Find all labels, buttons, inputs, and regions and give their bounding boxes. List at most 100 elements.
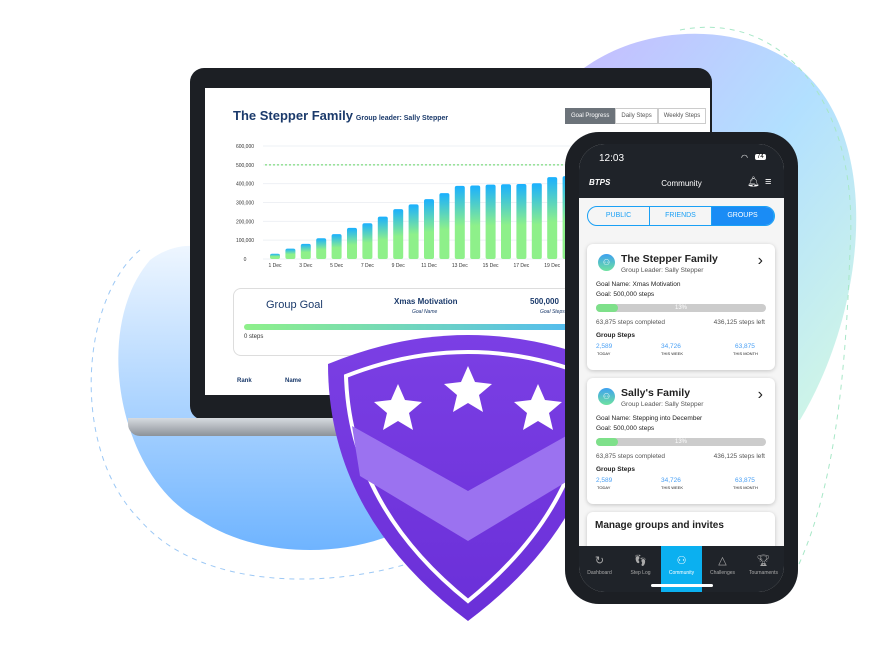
- progress-percent: 13%: [674, 305, 687, 311]
- goal-steps: Goal: 500,000 steps: [596, 291, 655, 298]
- group-card[interactable]: ⚇ Sally's Family Group Leader: Sally Ste…: [587, 378, 775, 504]
- week-steps: 34,726: [661, 477, 681, 484]
- mountain-flag-icon: △: [718, 555, 727, 567]
- tab-goal-progress[interactable]: Goal Progress: [565, 108, 616, 124]
- group-leader: Group Leader: Sally Stepper: [621, 267, 704, 274]
- group-name: The Stepper Family: [621, 253, 718, 265]
- x-tick-label: 1 Dec: [268, 263, 282, 269]
- bar: [501, 184, 511, 259]
- community-segments: PUBLIC FRIENDS GROUPS: [587, 206, 775, 226]
- month-label: THIS MONTH: [733, 351, 758, 356]
- x-tick-label: 7 Dec: [361, 263, 375, 269]
- group-avatar-icon: ⚇: [598, 388, 615, 405]
- month-steps: 63,875: [735, 343, 755, 350]
- segment-groups[interactable]: GROUPS: [712, 207, 774, 225]
- group-name: Sally's Family: [621, 387, 691, 399]
- x-tick-label: 17 Dec: [513, 263, 529, 269]
- bar: [362, 223, 373, 259]
- y-tick-label: 200,000: [236, 219, 254, 225]
- steps-completed: 63,875 steps completed: [596, 319, 666, 326]
- footprints-icon: 👣︎: [633, 555, 648, 567]
- group-title: The Stepper Family: [233, 108, 353, 123]
- today-steps: 2,589: [596, 343, 613, 350]
- steps-left: 436,125 steps left: [713, 453, 765, 460]
- progress-fill: [596, 304, 619, 312]
- month-label: THIS MONTH: [733, 485, 758, 490]
- steps-completed: 63,875 steps completed: [596, 453, 666, 460]
- wifi-icon: ◠: [741, 153, 748, 162]
- bar: [547, 177, 558, 259]
- phone-header: 12:03 ◠ 74 BTPS Community 🔔︎ ≡: [579, 144, 784, 198]
- week-label: THIS WEEK: [661, 485, 684, 490]
- people-icon: ⚇: [676, 555, 687, 567]
- steps-left: 436,125 steps left: [713, 319, 765, 326]
- x-tick-label: 3 Dec: [299, 263, 313, 269]
- tab-daily-steps[interactable]: Daily Steps: [615, 108, 658, 124]
- bar: [408, 204, 419, 259]
- bar: [393, 209, 404, 259]
- bar: [285, 248, 296, 259]
- bar: [424, 199, 434, 259]
- progress-fill: [596, 438, 619, 446]
- bar: [377, 216, 388, 259]
- goal-steps: Goal: 500,000 steps: [596, 425, 655, 432]
- segment-friends[interactable]: FRIENDS: [650, 207, 712, 225]
- today-steps: 2,589: [596, 477, 613, 484]
- nav-dashboard[interactable]: ↻ Dashboard: [579, 546, 620, 592]
- x-tick-label: 15 Dec: [483, 263, 499, 269]
- phone-screen: 12:03 ◠ 74 BTPS Community 🔔︎ ≡ PUBLIC FR…: [579, 144, 784, 592]
- segment-public[interactable]: PUBLIC: [588, 207, 650, 225]
- y-tick-label: 100,000: [236, 238, 254, 244]
- bar: [516, 184, 527, 259]
- bar: [347, 227, 357, 259]
- manage-groups-title: Manage groups and invites: [595, 520, 724, 531]
- chevron-right-icon[interactable]: ›: [758, 252, 763, 270]
- bar: [316, 238, 327, 259]
- x-tick-label: 5 Dec: [330, 263, 344, 269]
- goal-steps-label: Goal Steps: [540, 309, 565, 315]
- group-steps-label: Group Steps: [596, 466, 636, 473]
- chevron-right-icon[interactable]: ›: [758, 386, 763, 404]
- goal-start-label: 0 steps: [244, 334, 264, 340]
- tab-weekly-steps[interactable]: Weekly Steps: [657, 108, 707, 124]
- group-leader: Group leader: Sally Stepper: [355, 115, 449, 122]
- x-tick-label: 19 Dec: [544, 263, 560, 269]
- bar: [300, 243, 311, 259]
- goal-name: Goal Name: Stepping into December: [596, 415, 703, 422]
- month-steps: 63,875: [735, 477, 755, 484]
- col-rank: Rank: [237, 378, 252, 384]
- week-steps: 34,726: [661, 343, 681, 350]
- goal-progress-bar: 13%: [596, 438, 766, 446]
- goal-name: Xmas Motivation: [394, 297, 458, 306]
- bar: [531, 183, 542, 259]
- battery-icon: 74: [755, 154, 766, 160]
- group-goal-heading: Group Goal: [266, 299, 323, 311]
- group-steps-label: Group Steps: [596, 332, 636, 339]
- col-name: Name: [285, 378, 302, 384]
- x-tick-label: 11 Dec: [421, 263, 437, 269]
- today-label: TODAY: [597, 351, 611, 356]
- y-tick-label: 500,000: [236, 163, 254, 169]
- home-indicator: [651, 584, 713, 587]
- goal-name: Goal Name: Xmas Motivation: [596, 281, 681, 288]
- trophy-icon: 🏆︎: [756, 555, 771, 567]
- week-label: THIS WEEK: [661, 351, 684, 356]
- goal-steps: 500,000: [530, 297, 559, 306]
- nav-tournaments[interactable]: 🏆︎ Tournaments: [743, 546, 784, 592]
- status-time: 12:03: [599, 153, 625, 164]
- bell-icon[interactable]: 🔔︎: [747, 177, 760, 188]
- group-leader: Group Leader: Sally Stepper: [621, 401, 704, 408]
- bar: [485, 184, 496, 259]
- group-card[interactable]: ⚇ The Stepper Family Group Leader: Sally…: [587, 244, 775, 370]
- x-tick-label: 13 Dec: [452, 263, 468, 269]
- x-tick-label: 9 Dec: [392, 263, 406, 269]
- progress-percent: 13%: [674, 439, 687, 445]
- group-avatar-icon: ⚇: [598, 254, 615, 271]
- y-tick-label: 600,000: [236, 144, 254, 150]
- bar: [270, 253, 280, 259]
- menu-icon[interactable]: ≡: [765, 176, 771, 188]
- chart-tabs: Goal Progress Daily Steps Weekly Steps: [565, 108, 707, 124]
- bar: [331, 234, 342, 259]
- today-label: TODAY: [597, 485, 611, 490]
- bar: [470, 185, 481, 259]
